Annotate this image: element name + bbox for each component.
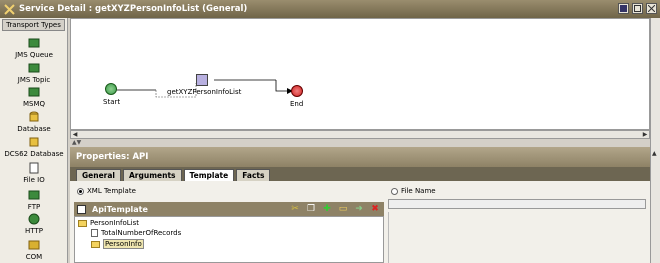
api-template-icon <box>77 204 86 214</box>
transport-msmq[interactable]: MSMQ <box>0 86 68 108</box>
transport-label: COM <box>25 253 43 261</box>
scroll-left-icon[interactable]: ◀ <box>71 131 79 138</box>
transport-com[interactable]: COM <box>0 239 68 261</box>
end-node-icon[interactable] <box>291 85 303 97</box>
api-template-title: ApiTemplate <box>92 204 148 214</box>
tree-node-person-info[interactable]: PersonInfo <box>91 239 144 249</box>
transport-dcs62-database[interactable]: DCS62 Database <box>0 136 68 158</box>
transport-ftp[interactable]: FTP <box>0 189 68 211</box>
flow-connections <box>113 79 293 98</box>
cut-icon[interactable]: ✂ <box>290 204 300 214</box>
window-title-bar: Service Detail : getXYZPersonInfoList (G… <box>0 0 660 18</box>
tab-arguments[interactable]: Arguments <box>123 169 182 181</box>
transport-label: Database <box>17 125 51 133</box>
properties-tabs: General Arguments Template Facts <box>70 167 650 181</box>
document-icon <box>91 229 98 237</box>
msmq-icon <box>28 87 40 97</box>
file-name-label: File Name <box>401 187 436 195</box>
transport-label: HTTP <box>25 227 43 235</box>
api-template-header: ApiTemplate ✂ ❐ ✚ ▭ ➜ ✖ <box>74 202 384 216</box>
tab-general[interactable]: General <box>76 169 121 181</box>
panel-splitter[interactable]: ▲▼ <box>70 140 650 146</box>
scroll-up-icon[interactable]: ▲ <box>652 150 657 157</box>
scroll-right-icon[interactable]: ▶ <box>641 131 649 138</box>
end-node-label: End <box>290 100 304 108</box>
transport-jms-topic[interactable]: JMS Topic <box>0 62 68 84</box>
jms-topic-icon <box>28 63 40 73</box>
xml-template-label: XML Template <box>87 187 136 195</box>
file-name-radio[interactable]: File Name <box>391 187 436 195</box>
file-name-input[interactable] <box>388 199 646 209</box>
http-icon <box>28 213 40 225</box>
process-canvas[interactable]: Start getXYZPersonInfoList End <box>70 18 650 130</box>
folder-icon[interactable]: ▭ <box>338 204 348 214</box>
transport-types-header: Transport Types <box>2 19 65 31</box>
service-detail-icon <box>4 3 15 15</box>
radio-selected-icon <box>77 187 84 195</box>
window-title: Service Detail : getXYZPersonInfoList (G… <box>19 4 248 14</box>
import-icon[interactable]: ➜ <box>354 204 364 214</box>
tree-node-label: TotalNumberOfRecords <box>101 229 182 237</box>
transport-database[interactable]: Database <box>0 111 68 133</box>
start-node-label: Start <box>103 98 121 106</box>
save-icon[interactable] <box>618 3 629 14</box>
transport-label: MSMQ <box>22 100 46 108</box>
transport-jms-queue[interactable]: JMS Queue <box>0 37 68 59</box>
file-panel <box>388 212 646 263</box>
delete-icon[interactable]: ✖ <box>370 204 380 214</box>
dcs62-database-icon <box>29 137 39 147</box>
tree-node-label: PersonInfo <box>103 239 144 249</box>
tree-node-label: PersonInfoList <box>90 219 140 227</box>
file-io-icon <box>29 162 39 174</box>
properties-header: Properties: API <box>70 147 650 167</box>
api-node-icon[interactable] <box>196 74 208 86</box>
transport-http[interactable]: HTTP <box>0 213 68 235</box>
transport-file-io[interactable]: File IO <box>0 162 68 184</box>
xml-template-radio[interactable]: XML Template <box>77 187 136 195</box>
transport-label: FTP <box>27 203 41 211</box>
tree-node-total-records[interactable]: TotalNumberOfRecords <box>91 229 181 237</box>
transport-label: JMS Topic <box>17 76 51 84</box>
folder-icon <box>78 219 87 227</box>
add-icon[interactable]: ✚ <box>322 204 332 214</box>
close-window-icon[interactable] <box>646 3 657 14</box>
radio-unselected-icon <box>391 187 398 195</box>
tab-facts[interactable]: Facts <box>236 169 271 181</box>
folder-icon <box>91 240 100 248</box>
api-template-tree[interactable]: PersonInfoList TotalNumberOfRecords Pers… <box>74 216 384 263</box>
com-icon <box>28 240 40 250</box>
copy-icon[interactable]: ❐ <box>306 204 316 214</box>
right-vertical-scrollbar[interactable]: ▲ <box>650 18 660 263</box>
tree-node-root[interactable]: PersonInfoList <box>78 219 139 227</box>
ftp-icon <box>28 190 40 200</box>
database-icon <box>29 111 39 122</box>
transport-label: DCS62 Database <box>4 150 64 158</box>
transport-label: JMS Queue <box>15 51 53 59</box>
transport-label: File IO <box>23 176 45 184</box>
start-node-icon[interactable] <box>105 83 117 95</box>
restore-window-icon[interactable] <box>632 3 643 14</box>
api-node-label: getXYZPersonInfoList <box>167 88 242 96</box>
api-to-end-path <box>275 80 287 92</box>
canvas-horizontal-scrollbar[interactable]: ◀ ▶ <box>70 130 650 139</box>
tab-template[interactable]: Template <box>183 169 235 181</box>
jms-queue-icon <box>28 38 40 48</box>
